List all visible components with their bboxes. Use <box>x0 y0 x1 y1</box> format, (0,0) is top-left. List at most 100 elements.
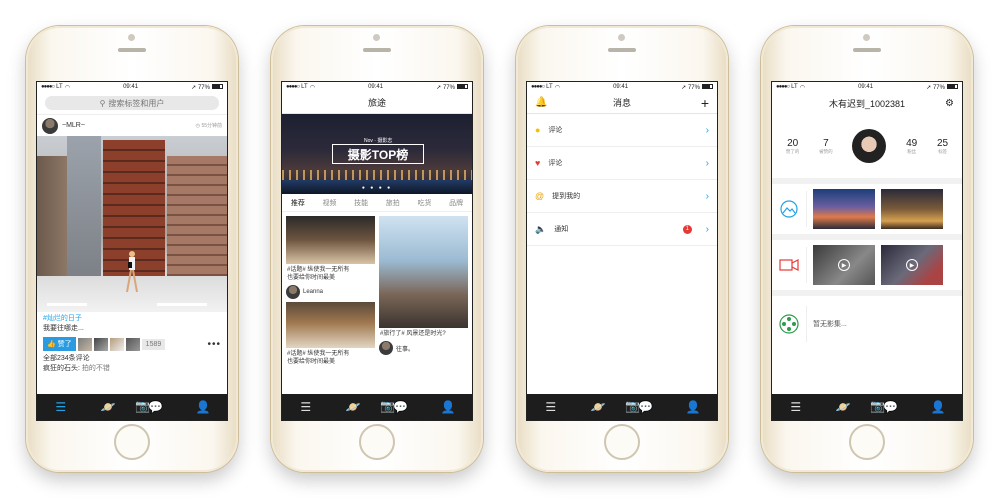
tab-bar: ☰ 🪐 📷 💬 👤 <box>772 394 962 420</box>
card-grid: #话题# 纵使我一无所有 也要给你时间最美 Leanna #话题# 纵使我一无所… <box>282 212 472 368</box>
tab-bar: ☰ 🪐 📷 💬 👤 <box>527 394 717 420</box>
liker-avatar[interactable] <box>125 337 140 351</box>
heart-icon: ♥ <box>535 158 541 168</box>
post-tag[interactable]: #灿烂的日子 <box>43 314 221 324</box>
person-icon[interactable]: 👤 <box>425 394 473 420</box>
video-thumb[interactable]: ▶ <box>881 245 943 285</box>
message-row-comment[interactable]: ● 评论 › <box>527 114 717 147</box>
planet-icon[interactable]: 🪐 <box>575 394 623 420</box>
play-icon[interactable]: ▶ <box>838 259 850 271</box>
likes-row: 👍 赞了 1589 ••• <box>37 336 227 352</box>
albums-row: 暂无影集... <box>772 296 962 352</box>
video-thumb[interactable]: ▶ <box>813 245 875 285</box>
more-icon[interactable]: ••• <box>207 339 221 350</box>
tab-brand[interactable]: 品牌 <box>449 198 463 208</box>
like-button[interactable]: 👍 赞了 <box>43 337 76 351</box>
profile-avatar[interactable] <box>852 129 887 163</box>
earpiece <box>853 48 881 52</box>
post-photo[interactable] <box>37 136 227 312</box>
home-button[interactable] <box>114 424 150 460</box>
card-image[interactable] <box>286 302 375 348</box>
row-label: 通知 <box>554 226 569 233</box>
home-button[interactable] <box>849 424 885 460</box>
liker-avatar[interactable] <box>77 337 92 351</box>
tab-recommend[interactable]: 推荐 <box>291 198 305 208</box>
card-author[interactable]: 往事。 <box>379 340 468 358</box>
at-icon: @ <box>535 191 545 201</box>
message-row-like[interactable]: ♥ 评论 › <box>527 147 717 180</box>
all-comments-link[interactable]: 全部234条评论 <box>43 354 221 364</box>
earpiece <box>363 48 391 52</box>
card-text: #旅行了# 风景还是时光? <box>380 331 446 337</box>
photo-thumb[interactable] <box>881 189 943 229</box>
status-bar: ●●●●○ LT ◠ 09:41 ➚ 77% <box>772 82 962 92</box>
message-row-notice[interactable]: 🔈 通知 1 › <box>527 213 717 246</box>
search-input[interactable]: ⚲ 搜索标签和用户 <box>45 96 219 110</box>
card-column: #话题# 纵使我一无所有 也要给你时间最美 Leanna #话题# 纵使我一无所… <box>286 216 375 368</box>
film-reel-icon[interactable] <box>778 314 800 334</box>
camera-icon[interactable]: 📷 <box>870 399 885 413</box>
card-image[interactable] <box>286 216 375 264</box>
camera-icon[interactable]: 📷 <box>380 399 395 413</box>
banner-carousel[interactable]: Nov · 摄影志 摄影TOP榜 ● ● ● ● <box>282 114 472 194</box>
camera-icon[interactable]: 📷 <box>135 399 150 413</box>
liker-avatar[interactable] <box>109 337 124 351</box>
tab-skills[interactable]: 技能 <box>354 198 368 208</box>
search-placeholder: 搜索标签和用户 <box>108 98 165 108</box>
card-column: #旅行了# 风景还是时光? 往事。 <box>379 216 468 368</box>
stat-liked[interactable]: 20 赞了的 <box>786 138 800 155</box>
liker-avatar[interactable] <box>93 337 108 351</box>
signal-icon: ●●●●○ <box>776 84 790 90</box>
photo-icon[interactable] <box>778 200 800 218</box>
gear-icon[interactable]: ⚙ <box>945 98 954 109</box>
card-author[interactable]: Leanna <box>286 284 375 302</box>
carousel-dots[interactable]: ● ● ● ● <box>282 185 472 191</box>
card-image[interactable] <box>379 216 468 328</box>
planet-icon[interactable]: 🪐 <box>820 394 868 420</box>
photo-thumb[interactable] <box>813 189 875 229</box>
row-label: 评论 <box>548 160 563 167</box>
profile-name: 木有迟到_1002381 <box>828 98 906 109</box>
bell-icon[interactable]: 🔔 <box>535 97 547 108</box>
stat-followers[interactable]: 49 粉丝 <box>906 138 917 155</box>
search-icon: ⚲ <box>99 98 106 108</box>
avatar[interactable] <box>42 117 58 134</box>
plus-icon[interactable]: + <box>701 95 709 111</box>
video-icon[interactable] <box>778 258 800 272</box>
post-author[interactable]: ~MLR~ <box>62 122 85 129</box>
stat-been-liked[interactable]: 7 被赞的 <box>819 138 833 155</box>
list-icon[interactable]: ☰ <box>527 394 575 420</box>
play-icon[interactable]: ▶ <box>906 259 918 271</box>
camera-icon[interactable]: 📷 <box>625 399 640 413</box>
profile-screen: ●●●●○ LT ◠ 09:41 ➚ 77% 木有迟到_1002381 ⚙ 20 赞了… <box>771 81 963 421</box>
person-icon[interactable]: 👤 <box>915 394 963 420</box>
home-button[interactable] <box>359 424 395 460</box>
list-icon[interactable]: ☰ <box>37 394 85 420</box>
planet-icon[interactable]: 🪐 <box>330 394 378 420</box>
battery-text: 77% <box>442 84 455 91</box>
front-camera <box>373 34 380 41</box>
stat-tags[interactable]: 25 标签 <box>937 138 948 155</box>
battery-icon <box>211 83 223 89</box>
tab-travel[interactable]: 旅拍 <box>386 198 400 208</box>
list-icon[interactable]: ☰ <box>282 394 330 420</box>
person-icon[interactable]: 👤 <box>180 394 228 420</box>
empty-album-text: 暂无影集... <box>813 321 847 328</box>
post-header: ~MLR~ ◷ 55分钟前 <box>37 114 227 136</box>
feed-screen: ●●●●○ LT ◠ 09:41 ➚ 77% ⚲ 搜索标签和用户 ~MLR~ ◷ 5… <box>36 81 228 421</box>
person-icon[interactable]: 👤 <box>670 394 718 420</box>
message-row-mention[interactable]: @ 提到我的 › <box>527 180 717 213</box>
front-camera <box>128 34 135 41</box>
like-count[interactable]: 1589 <box>141 338 166 350</box>
list-icon[interactable]: ☰ <box>772 394 820 420</box>
battery-icon <box>456 83 468 89</box>
battery-text: 77% <box>197 84 210 91</box>
tab-foodie[interactable]: 吃货 <box>417 198 431 208</box>
wifi-icon: ◠ <box>554 84 560 91</box>
photos-row <box>772 184 962 240</box>
tab-video[interactable]: 视频 <box>322 198 336 208</box>
comment-user[interactable]: 疯狂的石头: <box>43 365 80 372</box>
planet-icon[interactable]: 🪐 <box>85 394 133 420</box>
walking-woman <box>126 251 138 293</box>
home-button[interactable] <box>604 424 640 460</box>
